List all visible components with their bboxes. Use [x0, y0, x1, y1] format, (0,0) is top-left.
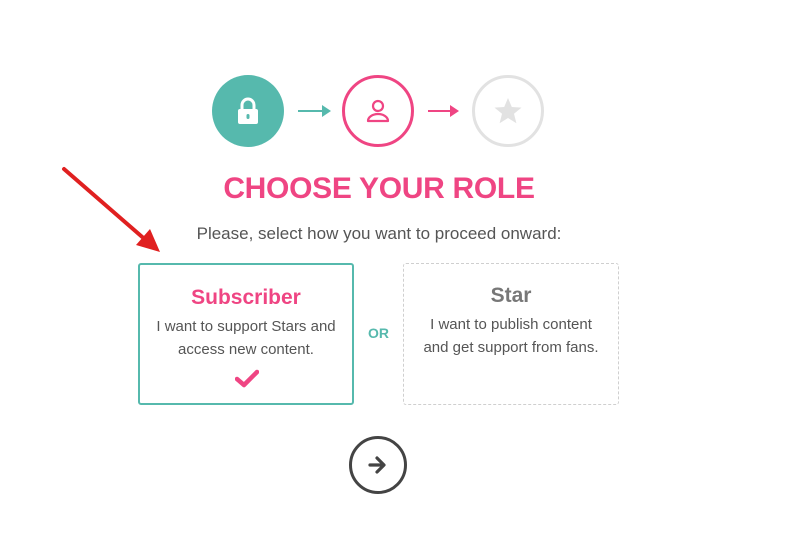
role-description-star: I want to publish content and get suppor…: [423, 316, 599, 356]
role-title-subscriber: Subscriber: [191, 286, 301, 309]
step-connector-2-head: [450, 105, 459, 117]
step-connector-1: [298, 110, 324, 112]
step-account: [212, 75, 284, 147]
step-connector-2: [428, 110, 452, 112]
role-title-star: Star: [490, 284, 532, 307]
user-icon: [366, 99, 390, 123]
star-icon: [494, 98, 522, 124]
role-card-subscriber[interactable]: Subscriber I want to support Stars and a…: [138, 263, 354, 405]
step-connector-1-head: [322, 105, 331, 117]
role-card-star[interactable]: Star I want to publish content and get s…: [403, 263, 619, 405]
lock-icon: [238, 97, 258, 124]
annotation-arrow-icon: [62, 167, 160, 252]
role-description-subscriber: I want to support Stars and access new c…: [156, 318, 336, 358]
next-button[interactable]: [349, 436, 407, 494]
step-finish: [472, 75, 544, 147]
arrow-right-icon: [368, 456, 386, 474]
step-role: [342, 75, 414, 147]
checkmark-icon: [235, 369, 259, 388]
or-separator: OR: [368, 325, 389, 341]
